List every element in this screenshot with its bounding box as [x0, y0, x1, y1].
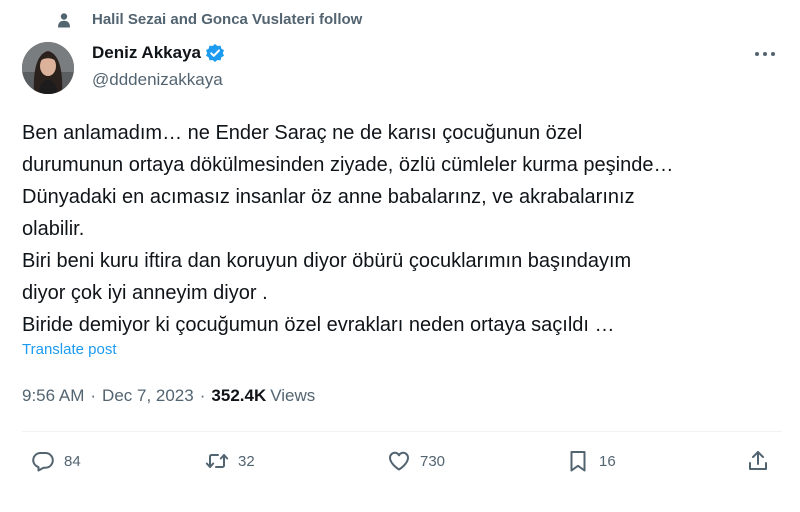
tweet-meta: 9:56 AM · Dec 7, 2023 · 352.4K Views — [22, 386, 315, 406]
bookmark-icon — [570, 451, 586, 472]
divider — [22, 431, 782, 432]
verified-badge-icon[interactable] — [205, 43, 225, 63]
author-handle[interactable]: @dddenizakkaya — [92, 70, 225, 90]
reply-icon — [32, 452, 54, 472]
author-name[interactable]: Deniz Akkaya — [92, 43, 201, 63]
tweet-line: Biri beni kuru iftira dan koruyun diyor … — [22, 250, 632, 272]
tweet-line: Dünyadaki en acımasız insanlar öz anne b… — [22, 186, 635, 208]
reply-button[interactable]: 84 — [31, 449, 81, 473]
action-bar: 84 32 730 16 — [0, 449, 800, 479]
like-count: 730 — [420, 452, 446, 470]
retweet-button[interactable]: 32 — [205, 449, 255, 473]
person-icon — [56, 12, 72, 28]
tweet-line: Biride demiyor ki çocuğumun özel evrakla… — [22, 314, 615, 336]
bookmark-button[interactable]: 16 — [566, 449, 616, 473]
author-block: Deniz Akkaya @dddenizakkaya — [92, 42, 225, 90]
tweet-line: durumunun ortaya dökülmesinden ziyade, ö… — [22, 154, 674, 176]
share-button[interactable] — [746, 449, 770, 473]
social-context-text[interactable]: Halil Sezai and Gonca Vuslateri follow — [92, 11, 362, 28]
views-count: 352.4K — [211, 386, 267, 405]
avatar[interactable] — [22, 42, 74, 94]
reply-count: 84 — [64, 452, 81, 470]
meta-separator: · — [199, 386, 206, 405]
retweet-count: 32 — [238, 452, 255, 470]
tweet-line: olabilir. — [22, 218, 85, 240]
more-dots-icon — [755, 52, 775, 56]
social-context[interactable]: Halil Sezai and Gonca Vuslateri follow — [56, 11, 362, 28]
like-button[interactable]: 730 — [387, 449, 445, 473]
share-icon — [749, 451, 767, 470]
post-date[interactable]: Dec 7, 2023 — [102, 386, 194, 406]
bookmark-count: 16 — [599, 452, 616, 470]
heart-icon — [389, 451, 409, 471]
post-time[interactable]: 9:56 AM — [22, 386, 84, 406]
tweet-line: Ben anlamadım… ne Ender Saraç ne de karı… — [22, 122, 583, 144]
retweet-icon — [205, 454, 229, 468]
translate-post-link[interactable]: Translate post — [22, 341, 117, 358]
tweet-text: Ben anlamadım… ne Ender Saraç ne de karı… — [22, 117, 792, 341]
more-options-button[interactable] — [750, 44, 780, 64]
meta-separator: · — [90, 386, 97, 405]
views-label: Views — [270, 386, 316, 405]
tweet-line: diyor çok iyi anneyim diyor . — [22, 282, 268, 304]
